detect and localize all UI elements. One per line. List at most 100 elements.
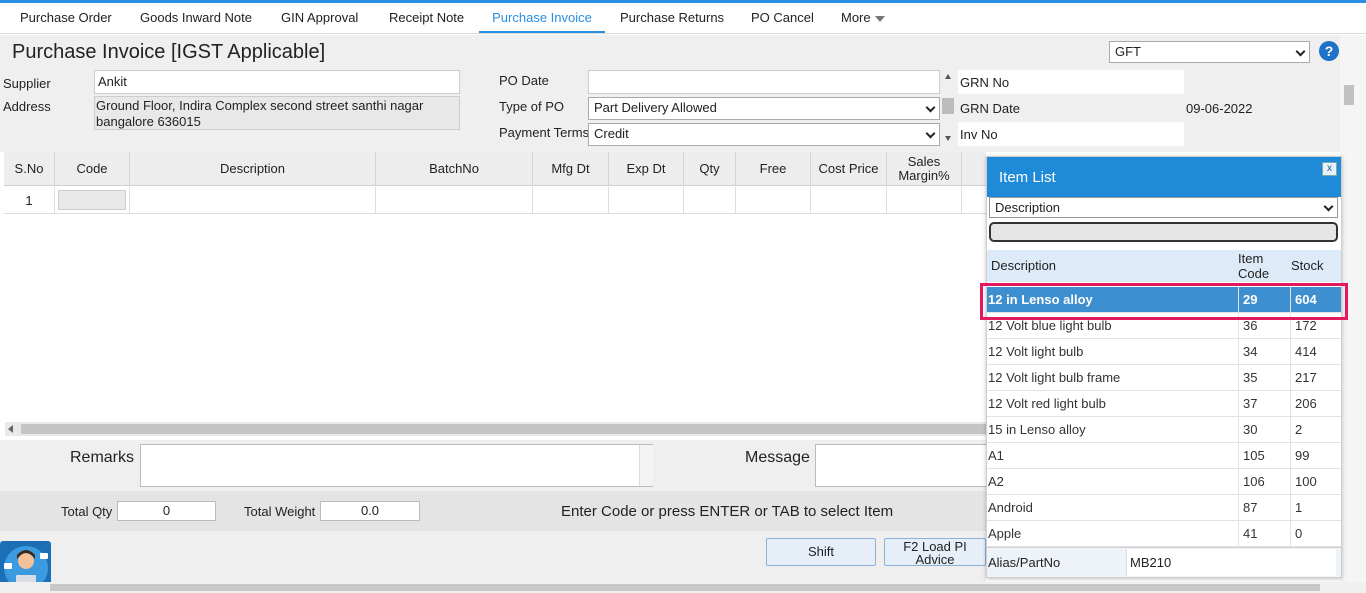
payment-terms-select[interactable]: Credit [588, 123, 940, 146]
item-stock: 217 [1290, 365, 1341, 391]
total-weight-label: Total Weight [244, 504, 316, 519]
remarks-scrollbar[interactable] [639, 445, 653, 486]
table-row[interactable]: 1 [4, 187, 986, 214]
item-description: 12 Volt light bulb [988, 344, 1084, 359]
row-free-cell[interactable] [736, 187, 811, 214]
total-qty-label: Total Qty [61, 504, 113, 519]
grid-scroll-thumb[interactable] [21, 424, 986, 434]
page-horizontal-scrollbar[interactable] [0, 582, 1366, 593]
chevron-down-icon [925, 128, 936, 139]
po-date-label: PO Date [499, 73, 549, 88]
item-search-by-select[interactable]: Description [989, 197, 1338, 218]
item-description: Apple [988, 526, 1022, 541]
tab-more[interactable]: More [841, 3, 885, 33]
alias-value: MB210 [1126, 549, 1336, 576]
col-free: Free [736, 152, 811, 186]
chevron-down-icon [874, 15, 885, 22]
list-item[interactable]: 12 Volt red light bulb 37 206 [987, 391, 1341, 417]
inv-no-label: Inv No [960, 127, 998, 142]
col-description: Description [130, 152, 376, 186]
scroll-down-icon[interactable] [945, 136, 951, 141]
scroll-up-icon[interactable] [945, 74, 951, 79]
tab-purchase-invoice[interactable]: Purchase Invoice [479, 3, 605, 33]
row-description-cell[interactable] [130, 187, 376, 214]
company-select-value: GFT [1115, 44, 1141, 59]
item-code: 34 [1238, 339, 1290, 365]
type-of-po-select[interactable]: Part Delivery Allowed [588, 97, 940, 120]
grn-no-label-text: GRN No [960, 75, 1010, 90]
grn-date-value: 09-06-2022 [1186, 101, 1253, 116]
payment-terms-value: Credit [594, 126, 629, 141]
remarks-textarea[interactable] [140, 444, 653, 487]
message-label: Message [745, 449, 810, 466]
item-stock: 100 [1290, 469, 1341, 495]
address-line-2: bangalore 636015 [96, 114, 201, 129]
address-label: Address [3, 99, 51, 114]
col-code: Code [55, 152, 130, 186]
item-code: 106 [1238, 469, 1290, 495]
supplier-field[interactable]: Ankit [94, 70, 460, 94]
remarks-label: Remarks [70, 449, 135, 466]
module-tab-bar: Purchase Order Goods Inward Note GIN App… [0, 3, 1366, 34]
address-line-1: Ground Floor, Indira Complex second stre… [96, 98, 424, 113]
row-exp-cell[interactable] [609, 187, 684, 214]
shift-button[interactable]: Shift [766, 538, 876, 566]
chevron-down-icon [1323, 201, 1334, 212]
page-scroll-thumb[interactable] [1344, 85, 1354, 105]
list-item[interactable]: A1 105 99 [987, 443, 1341, 469]
item-search-input[interactable] [989, 222, 1338, 242]
scroll-left-icon[interactable] [8, 425, 13, 433]
item-list-title: Item List [987, 157, 1341, 197]
list-item[interactable]: Apple 41 0 [987, 521, 1341, 547]
header-scrollbar[interactable] [941, 70, 955, 148]
row-sno: 1 [4, 187, 55, 214]
tab-po-cancel[interactable]: PO Cancel [751, 3, 814, 33]
code-input[interactable] [58, 190, 126, 210]
f2-load-pi-advice-button[interactable]: F2 Load PI Advice [884, 538, 986, 566]
tab-receipt-note[interactable]: Receipt Note [389, 3, 464, 33]
item-stock: 0 [1290, 521, 1341, 547]
list-item[interactable]: A2 106 100 [987, 469, 1341, 495]
item-description: A1 [988, 448, 1004, 463]
search-by-value: Description [995, 200, 1061, 215]
row-mfg-cell[interactable] [533, 187, 609, 214]
tab-purchase-order[interactable]: Purchase Order [20, 3, 112, 33]
total-qty-field: 0 [117, 501, 216, 521]
item-description: 15 in Lenso alloy [988, 422, 1086, 437]
item-code: 30 [1238, 417, 1290, 443]
list-item[interactable]: 12 Volt light bulb 34 414 [987, 339, 1341, 365]
list-item[interactable]: Android 87 1 [987, 495, 1341, 521]
row-margin-cell[interactable] [887, 187, 962, 214]
row-code-cell[interactable] [55, 187, 130, 214]
hdr-description: Description [991, 258, 1057, 273]
type-of-po-label: Type of PO [499, 99, 565, 114]
company-select[interactable]: GFT [1109, 41, 1310, 63]
grn-date-label: GRN Date [960, 101, 1020, 116]
item-list-header: Description Item Code Stock [987, 250, 1341, 282]
message-textarea[interactable] [815, 444, 990, 487]
row-batchno-cell[interactable] [376, 187, 533, 214]
address-field: Ground Floor, Indira Complex second stre… [94, 96, 460, 130]
item-code: 37 [1238, 391, 1290, 417]
list-item[interactable]: 15 in Lenso alloy 30 2 [987, 417, 1341, 443]
item-code: 35 [1238, 365, 1290, 391]
scroll-thumb[interactable] [942, 98, 954, 114]
col-mfg-dt: Mfg Dt [533, 152, 609, 186]
alias-partno-row: Alias/PartNo MB210 [987, 547, 1341, 577]
items-grid-header: S.No Code Description BatchNo Mfg Dt Exp… [4, 152, 986, 186]
tab-goods-inward-note[interactable]: Goods Inward Note [140, 3, 252, 33]
help-icon[interactable]: ? [1319, 41, 1339, 61]
po-date-field[interactable] [588, 70, 940, 94]
tab-gin-approval[interactable]: GIN Approval [281, 3, 358, 33]
tab-purchase-returns[interactable]: Purchase Returns [620, 3, 724, 33]
item-stock: 414 [1290, 339, 1341, 365]
row-qty-cell[interactable] [684, 187, 736, 214]
page-title: Purchase Invoice [IGST Applicable] [12, 41, 326, 63]
row-cost-cell[interactable] [811, 187, 887, 214]
page-hscroll-thumb[interactable] [50, 584, 1320, 591]
col-cost-price: Cost Price [811, 152, 887, 186]
item-description: 12 Volt red light bulb [988, 396, 1106, 411]
col-sno: S.No [4, 152, 55, 186]
close-icon[interactable]: x [1322, 162, 1337, 176]
list-item[interactable]: 12 Volt light bulb frame 35 217 [987, 365, 1341, 391]
